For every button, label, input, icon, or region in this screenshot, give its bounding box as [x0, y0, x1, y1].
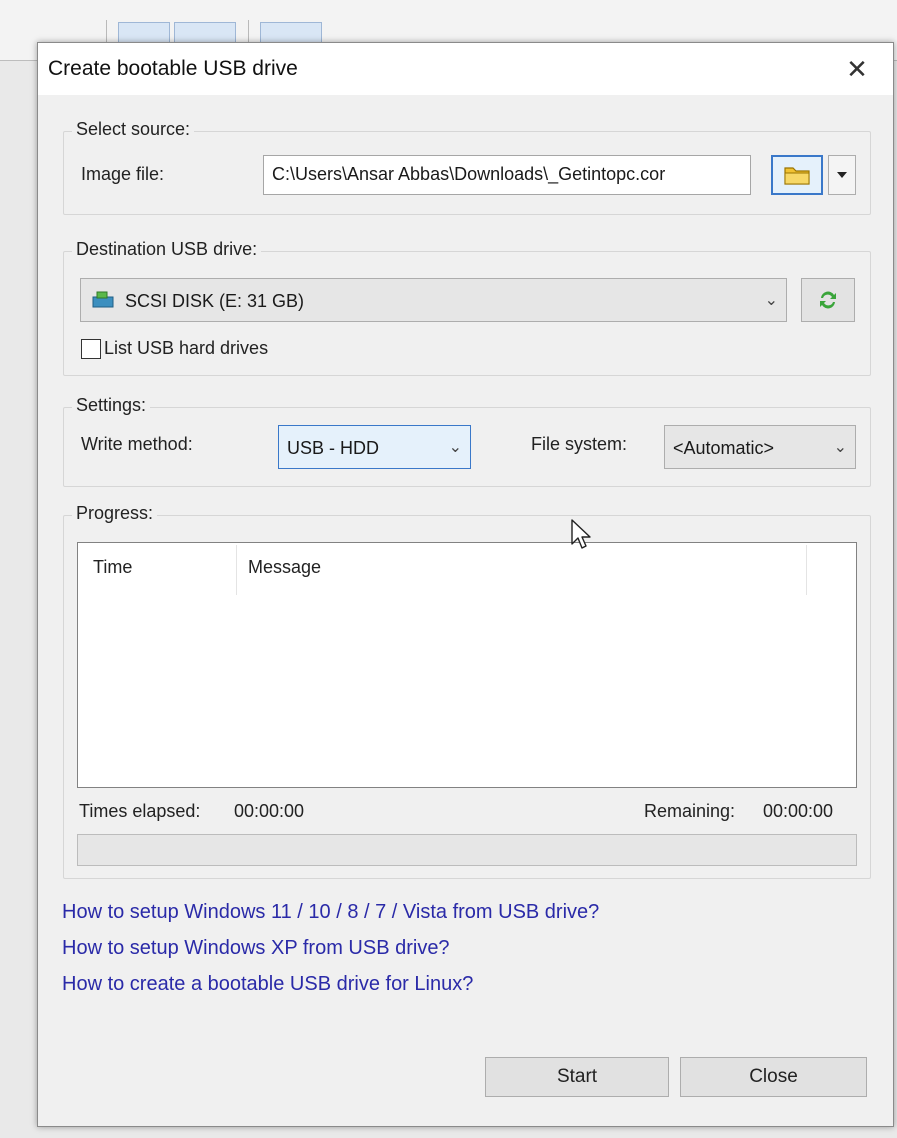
write-method-value: USB - HDD	[287, 438, 380, 458]
list-usb-hard-drives-label[interactable]: List USB hard drives	[104, 338, 268, 359]
mouse-cursor-icon	[571, 519, 591, 549]
remaining-label: Remaining:	[644, 801, 736, 821]
remaining-value: 00:00:00	[763, 801, 834, 821]
close-icon[interactable]: ✕	[839, 51, 875, 87]
file-system-label: File system:	[531, 434, 628, 454]
settings-label: Settings:	[72, 395, 151, 416]
progress-log-list[interactable]: Time Message	[77, 542, 857, 788]
chevron-down-icon: ⌄	[448, 439, 462, 456]
dialog-title: Create bootable USB drive	[48, 57, 298, 80]
image-file-label: Image file:	[81, 164, 165, 184]
chevron-down-icon: ⌄	[764, 292, 778, 309]
settings-group: Settings: Write method: USB - HDD ⌄ File…	[63, 395, 871, 487]
selected-drive-text: SCSI DISK (E: 31 GB)	[125, 291, 305, 311]
browse-button[interactable]	[771, 155, 823, 195]
create-bootable-usb-dialog: Create bootable USB drive ✕ Select sourc…	[37, 42, 894, 1127]
close-button[interactable]: Close	[680, 1057, 867, 1097]
usb-drive-icon	[92, 291, 114, 308]
write-method-select[interactable]: USB - HDD ⌄	[278, 425, 471, 469]
destination-group: Destination USB drive: SCSI DISK (E: 31 …	[63, 239, 871, 376]
refresh-drives-button[interactable]	[801, 278, 855, 322]
select-source-label: Select source:	[72, 119, 195, 140]
destination-label: Destination USB drive:	[72, 239, 262, 260]
file-system-select[interactable]: <Automatic> ⌄	[664, 425, 856, 469]
column-separator	[236, 545, 237, 595]
list-usb-hard-drives-checkbox[interactable]	[81, 339, 101, 359]
link-setup-windows-xp[interactable]: How to setup Windows XP from USB drive?	[62, 937, 450, 960]
elapsed-label: Times elapsed:	[79, 801, 201, 821]
source-menu-button[interactable]	[828, 155, 856, 195]
select-source-group: Select source: Image file: C:\Users\Ansa…	[63, 119, 871, 215]
progress-group: Progress: Time Message Times elapsed: 00…	[63, 503, 871, 879]
image-file-input[interactable]: C:\Users\Ansar Abbas\Downloads\_Getintop…	[263, 155, 751, 195]
link-setup-windows-modern[interactable]: How to setup Windows 11 / 10 / 8 / 7 / V…	[62, 901, 599, 924]
progress-bar	[77, 834, 857, 866]
link-bootable-linux[interactable]: How to create a bootable USB drive for L…	[62, 973, 473, 996]
column-separator	[806, 545, 807, 595]
dropdown-arrow-icon	[837, 172, 847, 178]
refresh-icon	[820, 291, 836, 309]
dialog-titlebar: Create bootable USB drive ✕	[38, 43, 893, 95]
folder-icon	[784, 167, 810, 185]
chevron-down-icon: ⌄	[833, 439, 847, 456]
progress-label: Progress:	[72, 503, 158, 524]
column-header-message[interactable]: Message	[248, 557, 321, 578]
destination-drive-select[interactable]: SCSI DISK (E: 31 GB) ⌄	[80, 278, 787, 322]
file-system-value: <Automatic>	[673, 438, 775, 458]
write-method-label: Write method:	[81, 434, 193, 454]
column-header-time[interactable]: Time	[93, 557, 132, 578]
elapsed-value: 00:00:00	[234, 801, 305, 821]
start-button[interactable]: Start	[485, 1057, 669, 1097]
